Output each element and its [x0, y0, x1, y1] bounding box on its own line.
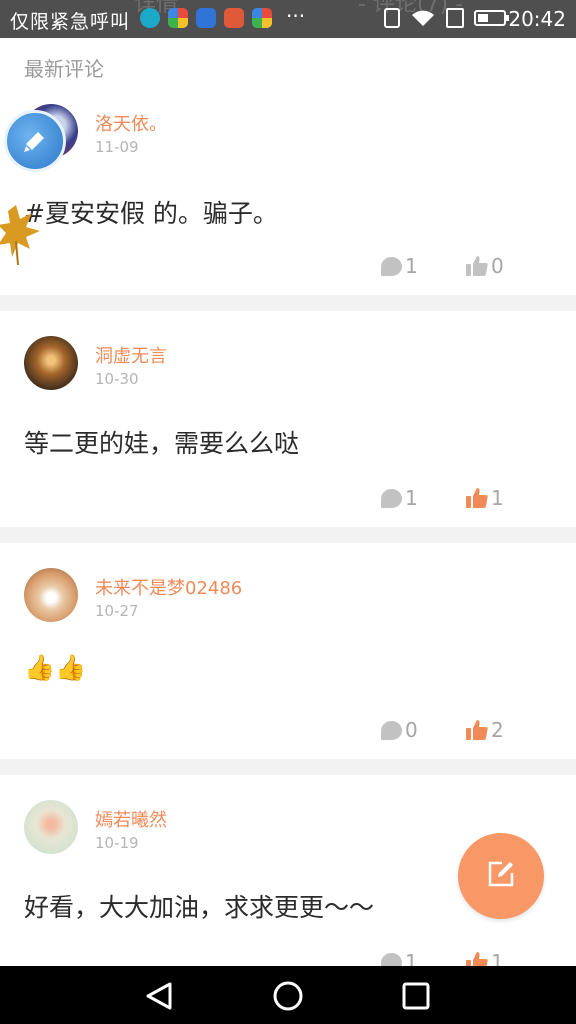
reply-count: 1: [405, 254, 418, 278]
thumbs-up-icon: [466, 256, 488, 276]
app-notification-icon: [140, 8, 160, 28]
like-button[interactable]: 2: [466, 718, 504, 742]
like-count: 2: [491, 718, 504, 742]
comment-date: 10-19: [95, 834, 139, 852]
app-notification-icon: [224, 8, 244, 28]
reply-button[interactable]: 1: [381, 254, 418, 278]
sim-icon: [446, 8, 464, 28]
more-notifications-icon: ···: [286, 4, 306, 28]
comment-bubble-icon: [381, 952, 402, 966]
reply-count: 1: [405, 950, 418, 966]
like-count: 0: [491, 254, 504, 278]
back-icon[interactable]: [144, 980, 176, 1016]
avatar[interactable]: [24, 568, 78, 622]
divider: [0, 759, 576, 775]
comment-bubble-icon: [381, 256, 402, 276]
avatar[interactable]: [24, 336, 78, 390]
section-title: 最新评论: [24, 57, 104, 81]
comment-card: 洞虚无言 10-30 等二更的娃，需要么么哒 1 1: [0, 311, 576, 527]
reply-button[interactable]: 1: [381, 950, 418, 966]
app-notification-icon: [252, 8, 272, 28]
carrier-label: 仅限紧急呼叫: [10, 11, 131, 33]
reply-count: 1: [405, 486, 418, 510]
reply-button[interactable]: 0: [381, 718, 418, 742]
app-notification-icon: [196, 8, 216, 28]
app-notification-icon: [168, 8, 188, 28]
comment-card: 未来不是梦02486 10-27 👍👍 0 2: [0, 543, 576, 759]
thumbs-up-icon: [466, 720, 488, 740]
reply-count: 0: [405, 718, 418, 742]
comment-bubble-icon: [381, 488, 402, 508]
recents-icon[interactable]: [400, 980, 432, 1016]
avatar[interactable]: [24, 800, 78, 854]
comment-date: 10-30: [95, 370, 139, 388]
like-button[interactable]: 0: [466, 254, 504, 278]
comment-username[interactable]: 未来不是梦02486: [95, 574, 242, 600]
clock: 20:42: [508, 7, 566, 31]
comment-text: 等二更的娃，需要么么哒: [24, 429, 300, 458]
like-count: 1: [491, 950, 504, 966]
navigation-bar: [0, 966, 576, 1024]
thumbs-up-icon: [466, 488, 488, 508]
battery-icon: [474, 10, 509, 26]
comment-date: 10-27: [95, 602, 139, 620]
comment-card: 洛天依。 11-09 #夏安安假 的。骗子。 1 0: [0, 96, 576, 295]
vibrate-icon: [384, 8, 400, 28]
comment-text: 好看，大大加油，求求更更～～: [24, 893, 375, 922]
system-icons: [384, 8, 509, 28]
like-count: 1: [491, 486, 504, 510]
comment-date: 11-09: [95, 138, 139, 156]
maple-leaf-icon: [0, 205, 40, 269]
wifi-icon: [410, 8, 436, 28]
comment-text: #夏安安假 的。骗子。: [24, 199, 278, 228]
comment-text: 👍👍: [24, 653, 87, 682]
divider: [0, 295, 576, 311]
thumbs-up-icon: [466, 952, 488, 966]
comment-bubble-icon: [381, 720, 402, 740]
comment-username[interactable]: 嫣若曦然: [95, 806, 167, 832]
home-icon[interactable]: [272, 980, 304, 1016]
comment-username[interactable]: 洞虚无言: [95, 342, 167, 368]
write-comment-button[interactable]: [458, 833, 544, 919]
like-button[interactable]: 1: [466, 486, 504, 510]
edit-icon: [486, 859, 516, 893]
comments-content[interactable]: 最新评论 洛天依。 11-09 #夏安安假 的。骗子。 1 0 洞虚无言 10-…: [0, 38, 576, 966]
divider: [0, 527, 576, 543]
notification-icons: [140, 8, 272, 28]
floating-assistant-icon[interactable]: [4, 110, 66, 172]
status-bar: 详情 - 评论(7) - 仅限紧急呼叫 ··· 20:42: [0, 0, 576, 38]
comment-username[interactable]: 洛天依。: [95, 110, 167, 136]
reply-button[interactable]: 1: [381, 486, 418, 510]
like-button[interactable]: 1: [466, 950, 504, 966]
